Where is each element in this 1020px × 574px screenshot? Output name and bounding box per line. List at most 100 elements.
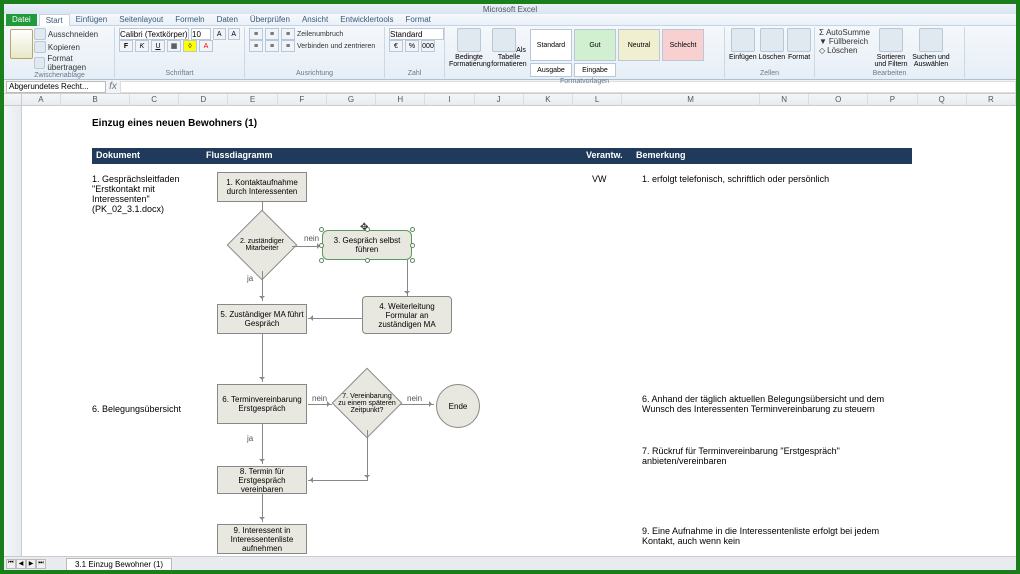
col-R[interactable]: R	[967, 94, 1016, 105]
cell-style-neutral[interactable]: Neutral	[618, 29, 660, 61]
copy-button[interactable]: Kopieren	[34, 41, 110, 53]
flow-step-8[interactable]: 8. Termin für Erstgespräch vereinbaren	[217, 466, 307, 494]
col-K[interactable]: K	[524, 94, 573, 105]
col-M[interactable]: M	[622, 94, 760, 105]
flow-decision-2[interactable]: 2. zuständiger Mitarbeiter	[227, 220, 297, 270]
clear-button[interactable]: ◇Löschen	[819, 46, 870, 55]
paste-icon[interactable]	[10, 29, 33, 59]
flow-step-6[interactable]: 6. Terminvereinbarung Erstgespräch	[217, 384, 307, 424]
align-top-button[interactable]: ≡	[249, 28, 263, 40]
col-C[interactable]: C	[130, 94, 179, 105]
percent-button[interactable]: %	[405, 40, 419, 52]
column-headers: A B C D E F G H I J K L M N O P Q R	[4, 94, 1016, 106]
resize-handle-ml[interactable]	[319, 243, 324, 248]
col-E[interactable]: E	[228, 94, 277, 105]
sheet-nav-last[interactable]: ⏭	[36, 559, 46, 569]
tab-pagelayout[interactable]: Seitenlayout	[113, 14, 169, 26]
fill-color-button[interactable]: ◊	[183, 40, 197, 52]
format-cells-button[interactable]: Format	[787, 28, 811, 61]
border-button[interactable]: ▦	[167, 40, 181, 52]
cell-style-standard[interactable]: Standard	[530, 29, 572, 61]
flow-terminator-end[interactable]: Ende	[436, 384, 480, 428]
flow-step-9[interactable]: 9. Interessent in Interessentenliste auf…	[217, 524, 307, 554]
tab-insert[interactable]: Einfügen	[70, 14, 114, 26]
underline-button[interactable]: U	[151, 40, 165, 52]
file-tab[interactable]: Datei	[6, 14, 37, 26]
tab-view[interactable]: Ansicht	[296, 14, 334, 26]
conditional-format-button[interactable]: Bedingte Formatierung	[449, 28, 489, 78]
flow-step-4[interactable]: 4. Weiterleitung Formular an zuständigen…	[362, 296, 452, 334]
wrap-button[interactable]: Zeilenumbruch	[297, 31, 343, 38]
col-F[interactable]: F	[278, 94, 327, 105]
merge-button[interactable]: Verbinden und zentrieren	[297, 43, 375, 50]
tab-developer[interactable]: Entwicklertools	[334, 14, 399, 26]
select-all-corner[interactable]	[4, 94, 22, 105]
flow-step-5[interactable]: 5. Zuständiger MA führt Gespräch	[217, 304, 307, 334]
decrease-font-button[interactable]: A	[228, 28, 241, 40]
tab-review[interactable]: Überprüfen	[244, 14, 296, 26]
resize-handle-mr[interactable]	[410, 243, 415, 248]
tab-start[interactable]: Start	[39, 14, 70, 26]
delete-cells-button[interactable]: Löschen	[759, 28, 785, 61]
italic-button[interactable]: K	[135, 40, 149, 52]
resize-handle-br[interactable]	[410, 258, 415, 263]
resize-handle-bl[interactable]	[319, 258, 324, 263]
tab-format[interactable]: Format	[400, 14, 437, 26]
bold-button[interactable]: F	[119, 40, 133, 52]
flow-step-1[interactable]: 1. Kontaktaufnahme durch Interessenten	[217, 172, 307, 202]
align-right-button[interactable]: ≡	[281, 40, 295, 52]
align-center-button[interactable]: ≡	[265, 40, 279, 52]
sheet-tab-active[interactable]: 3.1 Einzug Bewohner (1)	[66, 558, 172, 570]
font-name-select[interactable]	[119, 28, 189, 40]
resize-handle-tl[interactable]	[319, 227, 324, 232]
resize-handle-bc[interactable]	[365, 258, 370, 263]
currency-button[interactable]: €	[389, 40, 403, 52]
col-B[interactable]: B	[61, 94, 130, 105]
autosum-button[interactable]: ΣAutoSumme	[819, 28, 870, 37]
sort-filter-button[interactable]: Sortieren und Filtern	[872, 28, 910, 68]
sheet-nav-first[interactable]: ⏮	[6, 559, 16, 569]
format-as-table-button[interactable]: Als Tabelle formatieren	[489, 28, 529, 78]
tab-formulas[interactable]: Formeln	[169, 14, 210, 26]
cell-style-good[interactable]: Gut	[574, 29, 616, 61]
font-size-select[interactable]	[191, 28, 211, 40]
col-N[interactable]: N	[760, 94, 809, 105]
col-Q[interactable]: Q	[918, 94, 967, 105]
flow-decision-7[interactable]: 7. Vereinbarung zu einem späteren Zeitpu…	[332, 378, 402, 428]
format-painter-button[interactable]: Format übertragen	[34, 54, 110, 72]
tab-data[interactable]: Daten	[211, 14, 244, 26]
increase-font-button[interactable]: A	[213, 28, 226, 40]
align-bot-button[interactable]: ≡	[281, 28, 295, 40]
fx-icon[interactable]: fx	[106, 81, 120, 92]
flow-step-3-selected[interactable]: 3. Gespräch selbst führen	[322, 230, 412, 260]
label-yes-6: ja	[247, 434, 253, 443]
col-A[interactable]: A	[22, 94, 61, 105]
sheet-nav-prev[interactable]: ◀	[16, 559, 26, 569]
clipboard-label: Zwischenablage	[9, 72, 110, 79]
number-format-select[interactable]	[389, 28, 444, 40]
col-P[interactable]: P	[868, 94, 917, 105]
cell-style-input[interactable]: Eingabe	[574, 63, 616, 77]
col-D[interactable]: D	[179, 94, 228, 105]
fill-button[interactable]: ▼Füllbereich	[819, 37, 870, 46]
connector-7-down	[367, 430, 368, 480]
col-G[interactable]: G	[327, 94, 376, 105]
name-box[interactable]	[6, 81, 106, 93]
resize-handle-tr[interactable]	[410, 227, 415, 232]
insert-cells-button[interactable]: Einfügen	[729, 28, 757, 61]
col-I[interactable]: I	[425, 94, 474, 105]
comma-button[interactable]: 000	[421, 40, 435, 52]
sheet-nav-next[interactable]: ▶	[26, 559, 36, 569]
cut-button[interactable]: Ausschneiden	[34, 28, 110, 40]
worksheet[interactable]: Einzug eines neuen Bewohners (1) Dokumen…	[4, 106, 1016, 558]
align-left-button[interactable]: ≡	[249, 40, 263, 52]
col-L[interactable]: L	[573, 94, 622, 105]
col-J[interactable]: J	[475, 94, 524, 105]
col-H[interactable]: H	[376, 94, 425, 105]
font-color-button[interactable]: A	[199, 40, 213, 52]
cell-style-bad[interactable]: Schlecht	[662, 29, 704, 61]
col-O[interactable]: O	[809, 94, 868, 105]
cell-style-output[interactable]: Ausgabe	[530, 63, 572, 77]
find-select-button[interactable]: Suchen und Auswählen	[912, 28, 950, 68]
align-mid-button[interactable]: ≡	[265, 28, 279, 40]
